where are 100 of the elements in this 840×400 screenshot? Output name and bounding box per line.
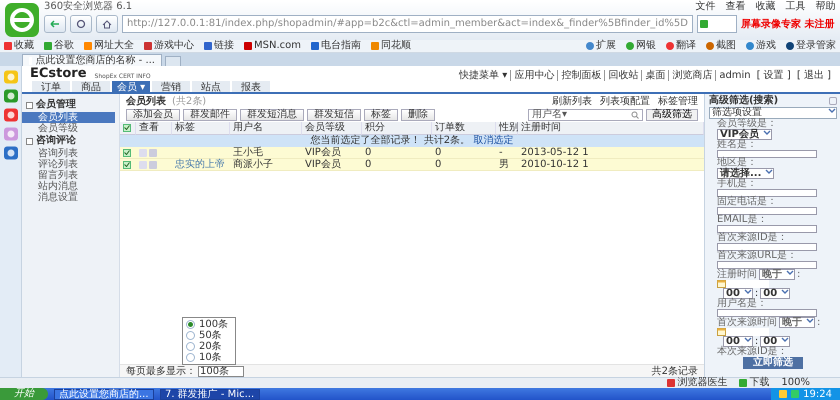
header-link[interactable]: 桌面 <box>641 70 668 81</box>
date-field[interactable] <box>717 280 769 288</box>
sidebar-app-icon[interactable] <box>2 127 18 141</box>
text-field[interactable] <box>717 150 817 158</box>
bookmark-link[interactable]: 游戏中心 <box>144 40 194 52</box>
text-field[interactable] <box>717 189 817 197</box>
status-item[interactable]: 下载 <box>739 378 770 388</box>
refresh-button[interactable] <box>70 15 92 33</box>
user-name-link[interactable]: admin <box>715 70 754 81</box>
page-size-option[interactable]: 10条 <box>186 352 232 363</box>
date-field[interactable] <box>717 328 769 336</box>
bookmark-link[interactable]: 链接 <box>204 40 234 52</box>
status-item[interactable]: 浏览器医生 <box>667 378 728 388</box>
header-link[interactable]: 浏览商店 <box>668 70 716 81</box>
hour-select[interactable]: 00 <box>723 288 753 299</box>
sidebar-item[interactable]: 消息设置 <box>22 192 115 203</box>
extension-button[interactable]: 翻译 <box>666 40 696 52</box>
page-size-option[interactable]: 20条 <box>186 341 232 352</box>
header-link[interactable]: [ 设置 ] <box>754 70 794 81</box>
text-field[interactable] <box>717 261 817 269</box>
list-link[interactable]: 刷新列表 <box>552 94 592 108</box>
cancel-selection-link[interactable]: 取消选定 <box>473 135 514 146</box>
list-link[interactable]: 列表项配置 <box>600 94 650 108</box>
sidebar-item[interactable]: 站内消息 <box>22 181 115 192</box>
nav-tab[interactable]: 商品 <box>72 81 110 92</box>
select-field[interactable]: 晚于 <box>759 269 795 280</box>
back-button[interactable] <box>44 15 66 33</box>
text-field[interactable] <box>717 309 817 317</box>
bookmark-link[interactable]: 同花顺 <box>371 40 411 52</box>
toolbar-button[interactable]: 添加会员 <box>126 108 180 120</box>
minute-select[interactable]: 00 <box>760 336 790 347</box>
bookmark-link[interactable]: 收藏 <box>4 40 34 52</box>
advanced-filter-button[interactable]: 高级筛选 <box>646 108 698 120</box>
minute-select[interactable]: 00 <box>760 288 790 299</box>
page-size-option[interactable]: 50条 <box>186 330 232 341</box>
menu-item[interactable]: 收藏 <box>755 0 776 12</box>
header-link[interactable]: 快捷菜单 ▾ <box>456 70 510 81</box>
toolbar-button[interactable]: 标签 <box>364 108 398 120</box>
extension-button[interactable]: 截图 <box>706 40 736 52</box>
collapse-icon[interactable] <box>26 102 33 108</box>
sidebar-item[interactable]: 评论列表 <box>22 159 115 170</box>
toolbar-button[interactable]: 群发邮件 <box>183 108 237 120</box>
select-field[interactable]: 请选择... <box>717 168 774 179</box>
checkbox[interactable] <box>123 148 131 156</box>
home-button[interactable] <box>96 15 118 33</box>
start-button[interactable]: 开始 <box>0 388 48 400</box>
header-link[interactable]: 回收站 <box>604 70 642 81</box>
checkbox[interactable] <box>123 124 131 132</box>
menu-item[interactable]: 工具 <box>785 0 806 12</box>
list-link[interactable]: 标签管理 <box>658 94 698 108</box>
bookmark-link[interactable]: 电台指南 <box>311 40 361 52</box>
search-field[interactable] <box>697 15 737 33</box>
toolbar-button[interactable]: 群发短信 <box>307 108 361 120</box>
taskbar-button[interactable]: 7. 群发推广 - Mic... <box>160 388 260 400</box>
radio-button[interactable] <box>186 353 195 362</box>
zoom-level[interactable]: 100% <box>781 378 810 388</box>
radio-button[interactable] <box>186 342 195 351</box>
radio-button[interactable] <box>186 331 195 340</box>
radio-button[interactable] <box>186 320 195 329</box>
sidebar-app-icon[interactable] <box>2 108 18 122</box>
browser-tab[interactable]: 点此设置您商店的名称 - ... <box>22 54 162 66</box>
sidebar-item[interactable]: 会员等级 <box>22 123 115 134</box>
checkbox[interactable] <box>123 160 131 168</box>
nav-tab[interactable]: 报表 <box>232 81 270 92</box>
nav-tab[interactable]: 订单 <box>32 81 70 92</box>
extension-button[interactable]: 网银 <box>626 40 656 52</box>
search-field[interactable]: 用户名▾ <box>528 108 643 120</box>
menu-item[interactable]: 查看 <box>725 0 746 12</box>
bookmark-link[interactable]: MSN.com <box>244 40 301 52</box>
select-field[interactable]: VIP会员 <box>717 129 772 140</box>
text-field[interactable] <box>717 243 817 251</box>
text-field[interactable] <box>717 225 817 233</box>
hour-select[interactable]: 00 <box>723 336 753 347</box>
toolbar-button[interactable]: 删除 <box>401 108 435 120</box>
sidebar-item[interactable]: 留言列表 <box>22 170 115 181</box>
sidebar-item[interactable]: 咨询列表 <box>22 148 115 159</box>
bookmark-link[interactable]: 网址大全 <box>84 40 134 52</box>
extension-button[interactable]: 游戏 <box>746 40 776 52</box>
bookmark-link[interactable]: 谷歌 <box>44 40 74 52</box>
text-field[interactable] <box>717 207 817 215</box>
page-size-field[interactable]: 100条 <box>198 366 244 376</box>
nav-tab[interactable]: 站点 <box>192 81 230 92</box>
menu-item[interactable]: 文件 <box>695 0 716 12</box>
header-link[interactable]: [ 退出 ] <box>794 70 834 81</box>
sidebar-app-icon[interactable] <box>2 146 18 160</box>
sidebar-app-icon[interactable] <box>2 89 18 103</box>
select-field[interactable]: 晚于 <box>779 317 815 328</box>
new-tab-button[interactable] <box>165 56 181 66</box>
taskbar-button[interactable]: 点此设置您商店的... <box>54 388 154 400</box>
address-field[interactable]: http://127.0.0.1:81/index.php/shopadmin/#app=b2c&ctl=admin_member&act=index&_finder%5Bfinder_id%5D <box>122 15 693 33</box>
header-link[interactable]: 控制面板 <box>557 70 604 81</box>
nav-tab[interactable]: 会员 ▾ <box>112 81 150 92</box>
extension-button[interactable]: 登录管家 <box>786 40 836 52</box>
collapse-icon[interactable] <box>26 138 33 144</box>
sidebar-item[interactable]: 会员列表 <box>22 112 115 123</box>
nav-tab[interactable]: 营销 <box>152 81 190 92</box>
header-link[interactable]: 应用中心 <box>510 70 558 81</box>
preset-select[interactable]: 筛选项设置 <box>709 107 837 119</box>
menu-item[interactable]: 帮助 <box>815 0 836 12</box>
extension-button[interactable]: 扩展 <box>586 40 616 52</box>
